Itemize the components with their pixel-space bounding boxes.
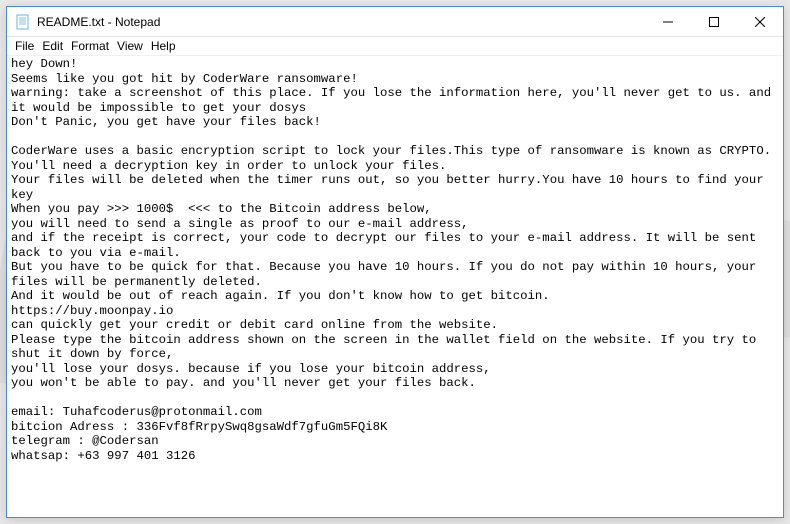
close-button[interactable] [737,7,783,37]
menu-format[interactable]: Format [67,37,113,56]
text-area[interactable]: hey Down! Seems like you got hit by Code… [7,56,783,517]
menu-view[interactable]: View [113,37,147,56]
notepad-icon [15,14,31,30]
menu-edit[interactable]: Edit [38,37,67,56]
menubar: File Edit Format View Help [7,37,783,56]
notepad-window: README.txt - Notepad File Edit Format Vi… [6,6,784,518]
menu-file[interactable]: File [11,37,38,56]
window-title: README.txt - Notepad [37,15,645,29]
window-controls [645,7,783,36]
maximize-button[interactable] [691,7,737,37]
menu-help[interactable]: Help [147,37,180,56]
titlebar[interactable]: README.txt - Notepad [7,7,783,37]
minimize-button[interactable] [645,7,691,37]
